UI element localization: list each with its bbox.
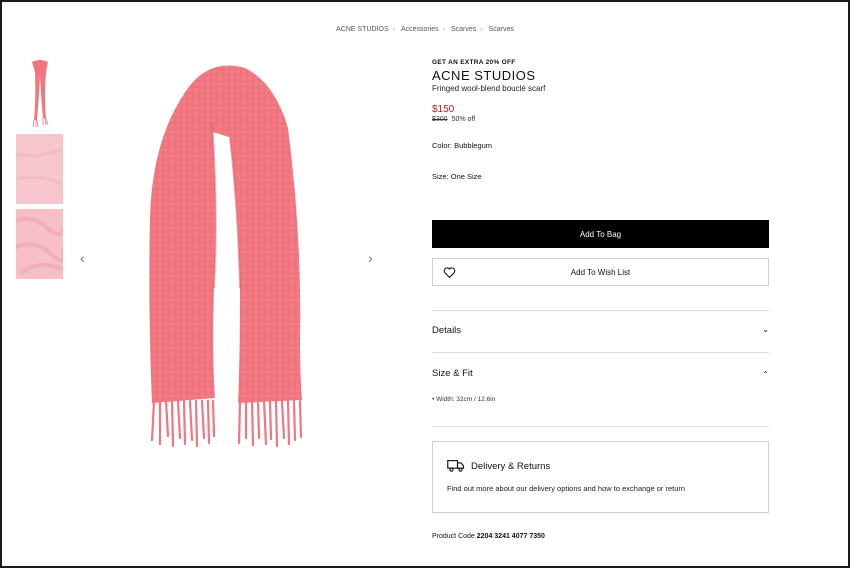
product-code-label: Product Code [432,533,475,540]
delivery-text: Find out more about our delivery options… [447,484,686,493]
original-price-row: $300 50% off [432,116,475,123]
divider [432,352,769,353]
size-label: Size: One Size [432,172,482,181]
product-code: Product Code 2204 3241 4077 7350 [432,533,545,540]
discount-badge: 50% off [451,116,476,123]
breadcrumb-separator: › [392,26,395,33]
original-price: $300 [432,116,448,123]
sale-price: $150 [432,104,455,115]
product-name: Fringed wool-blend bouclé scarf [432,84,546,93]
chevron-up-icon: ⌃ [762,370,769,379]
divider [432,310,769,311]
breadcrumb: ACNE STUDIOS › Accessories › Scarves › Scar… [0,26,850,33]
product-brand[interactable]: ACNE STUDIOS [432,68,536,83]
breadcrumb-separator: › [480,26,483,33]
add-to-wishlist-button[interactable]: Add To Wish List [432,258,769,286]
next-image-arrow-icon[interactable]: › [368,250,373,266]
color-label: Color: Bubblegum [432,141,493,150]
breadcrumb-item-scarves[interactable]: Scarves [451,26,476,33]
breadcrumb-item-brand[interactable]: ACNE STUDIOS [336,26,389,33]
main-product-image [140,58,320,458]
delivery-returns-box[interactable]: Delivery & Returns Find out more about o… [432,441,769,513]
promo-banner: GET AN EXTRA 20% OFF [432,59,516,66]
chevron-down-icon: ⌄ [762,325,769,334]
wishlist-label: Add To Wish List [570,267,631,277]
delivery-title: Delivery & Returns [471,461,551,472]
add-to-bag-button[interactable]: Add To Bag [432,220,769,248]
thumbnail-scarf-full[interactable] [16,58,63,128]
breadcrumb-separator: › [442,26,446,33]
truck-icon [447,460,465,472]
thumbnail-fabric-folds[interactable] [15,209,66,279]
size-fit-width: • Width: 32cm / 12.6in [432,396,496,403]
accordion-details-label: Details [432,325,462,336]
thumbnail-texture-closeup[interactable] [15,134,64,204]
product-code-value: 2204 3241 4077 7350 [476,533,545,540]
previous-image-arrow-icon[interactable]: ‹ [80,250,85,266]
accordion-size-fit[interactable]: Size & Fit ⌃ [432,368,769,388]
accordion-size-fit-label: Size & Fit [432,368,473,379]
heart-icon [443,267,456,279]
breadcrumb-item-scarves-current[interactable]: Scarves [489,26,514,33]
breadcrumb-item-accessories[interactable]: Accessories [401,26,439,33]
divider [432,426,769,427]
accordion-details[interactable]: Details ⌄ [432,325,769,345]
